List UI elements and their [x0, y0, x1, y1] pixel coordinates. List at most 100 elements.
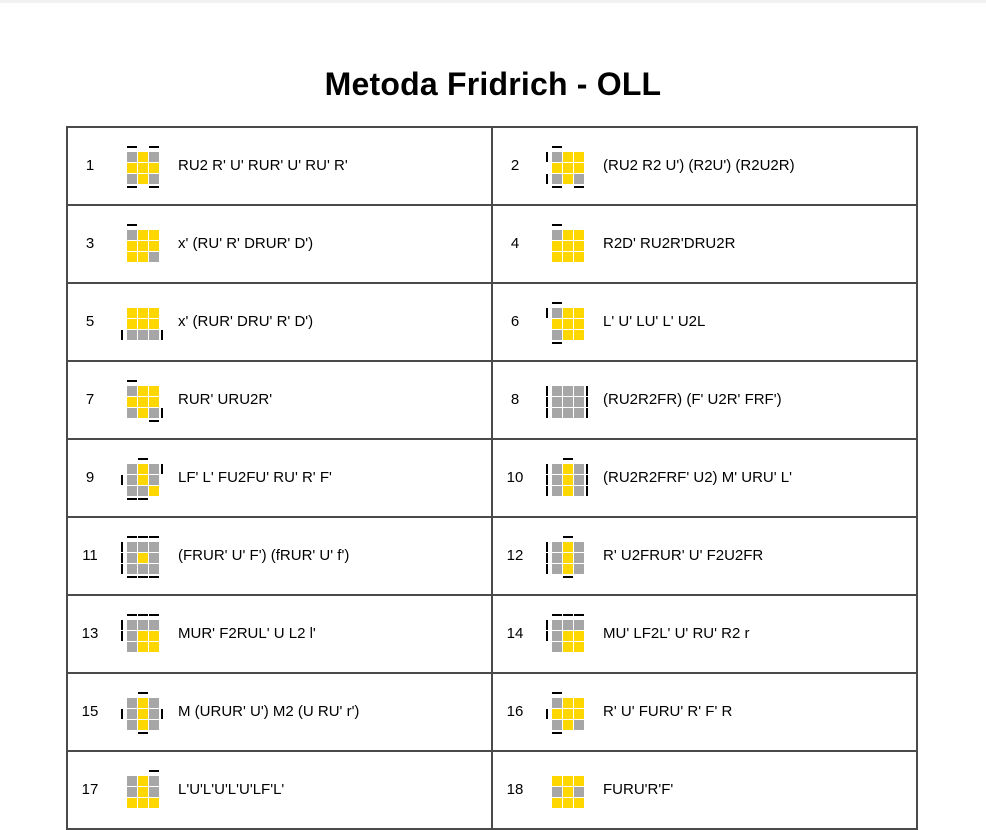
- sticker: [563, 386, 573, 396]
- oll-pattern-icon: [121, 458, 163, 500]
- side-sticker-mark: [546, 486, 548, 496]
- algorithm-text: x' (RUR' DRU' R' D'): [178, 313, 314, 330]
- sticker: [563, 475, 573, 485]
- sticker: [563, 542, 573, 552]
- table-row: 3 x' (RU' R' DRUR' D') 4 R2D' RU2R'DRU2R: [66, 204, 918, 284]
- sticker: [149, 397, 159, 407]
- oll-case-cell: 11 (FRUR' U' F') (fRUR' U' f'): [66, 516, 493, 596]
- sticker: [149, 408, 159, 418]
- algorithm-text: MU' LF2L' U' RU' R2 r: [603, 625, 750, 642]
- oll-case: 17 L'U'L'U'L'U'LF'L': [68, 752, 491, 828]
- sticker: [127, 330, 137, 340]
- side-sticker-mark: [127, 146, 137, 148]
- case-number: 15: [81, 703, 99, 720]
- case-number: 4: [510, 235, 520, 252]
- side-sticker-mark: [161, 330, 163, 340]
- algorithm-text: (RU2R2FR) (F' U2R' FRF'): [603, 391, 782, 408]
- sticker: [574, 776, 584, 786]
- sticker: [138, 319, 148, 329]
- sticker: [149, 776, 159, 786]
- table-row: 13 MUR' F2RUL' U L2 l' 14 MU' LF2L' U' RU' …: [66, 594, 918, 674]
- side-sticker-mark: [138, 732, 148, 734]
- sticker: [563, 230, 573, 240]
- sticker: [149, 319, 159, 329]
- sticker: [127, 564, 137, 574]
- sticker: [563, 486, 573, 496]
- case-number: 16: [506, 703, 524, 720]
- sticker: [127, 397, 137, 407]
- sticker: [574, 319, 584, 329]
- sticker: [563, 174, 573, 184]
- sticker: [127, 698, 137, 708]
- sticker: [127, 798, 137, 808]
- side-sticker-mark: [149, 770, 159, 772]
- oll-pattern-icon: [546, 302, 584, 344]
- side-sticker-mark: [138, 536, 148, 538]
- sticker: [574, 698, 584, 708]
- side-sticker-mark: [586, 464, 588, 474]
- sticker: [563, 709, 573, 719]
- side-sticker-mark: [121, 709, 123, 719]
- oll-pattern-icon: [552, 224, 584, 262]
- sticker: [574, 408, 584, 418]
- sticker: [563, 620, 573, 630]
- sticker: [574, 397, 584, 407]
- oll-case-cell: 2 (RU2 R2 U') (R2U') (R2U2R): [491, 126, 918, 206]
- sticker: [138, 631, 148, 641]
- side-sticker-mark: [586, 397, 588, 407]
- sticker: [149, 330, 159, 340]
- sticker: [552, 720, 562, 730]
- sticker: [574, 798, 584, 808]
- sticker: [574, 330, 584, 340]
- sticker: [127, 486, 137, 496]
- side-sticker-mark: [127, 224, 137, 226]
- sticker: [552, 319, 562, 329]
- table-row: 5 x' (RUR' DRU' R' D') 6 L' U' LU' L' U2L: [66, 282, 918, 362]
- sticker: [138, 620, 148, 630]
- side-sticker-mark: [552, 146, 562, 148]
- sticker: [552, 798, 562, 808]
- algorithm-text: R' U2FRUR' U' F2U2FR: [603, 547, 764, 564]
- oll-case-cell: 5 x' (RUR' DRU' R' D'): [66, 282, 493, 362]
- side-sticker-mark: [546, 397, 548, 407]
- oll-case: 2 (RU2 R2 U') (R2U') (R2U2R): [493, 128, 916, 204]
- sticker: [574, 553, 584, 563]
- oll-pattern-icon: [121, 692, 163, 734]
- case-number: 5: [85, 313, 95, 330]
- oll-case-cell: 6 L' U' LU' L' U2L: [491, 282, 918, 362]
- sticker: [138, 241, 148, 251]
- sticker: [127, 776, 137, 786]
- oll-case-cell: 15 M (URUR' U') M2 (U RU' r'): [66, 672, 493, 752]
- sticker: [563, 397, 573, 407]
- algorithm-text: (RU2 R2 U') (R2U') (R2U2R): [603, 157, 795, 174]
- sticker: [138, 330, 148, 340]
- sticker: [552, 475, 562, 485]
- sticker: [552, 163, 562, 173]
- side-sticker-mark: [127, 536, 137, 538]
- side-sticker-mark: [552, 224, 562, 226]
- sticker: [552, 776, 562, 786]
- side-sticker-mark: [127, 576, 137, 578]
- side-sticker-mark: [149, 420, 159, 422]
- sticker: [149, 642, 159, 652]
- side-sticker-mark: [546, 308, 548, 318]
- sticker: [574, 174, 584, 184]
- algorithm-text: RU2 R' U' RUR' U' RU' R': [178, 157, 348, 174]
- side-sticker-mark: [149, 614, 159, 616]
- table-row: 11 (FRUR' U' F') (fRUR' U' f') 12 R' U2FRUR…: [66, 516, 918, 596]
- oll-case: 14 MU' LF2L' U' RU' R2 r: [493, 596, 916, 672]
- algorithm-text: M (URUR' U') M2 (U RU' r'): [178, 703, 360, 720]
- sticker: [149, 475, 159, 485]
- sticker: [127, 709, 137, 719]
- oll-case: 16 R' U' FURU' R' F' R: [493, 674, 916, 750]
- side-sticker-mark: [127, 614, 137, 616]
- sticker: [552, 698, 562, 708]
- algorithm-text: RUR' URU2R': [178, 391, 273, 408]
- side-sticker-mark: [563, 458, 573, 460]
- sticker: [127, 252, 137, 262]
- side-sticker-mark: [552, 614, 562, 616]
- table-row: 15 M (URUR' U') M2 (U RU' r') 16 R' U' FURU…: [66, 672, 918, 752]
- case-number: 11: [82, 547, 98, 564]
- sticker: [574, 564, 584, 574]
- side-sticker-mark: [546, 174, 548, 184]
